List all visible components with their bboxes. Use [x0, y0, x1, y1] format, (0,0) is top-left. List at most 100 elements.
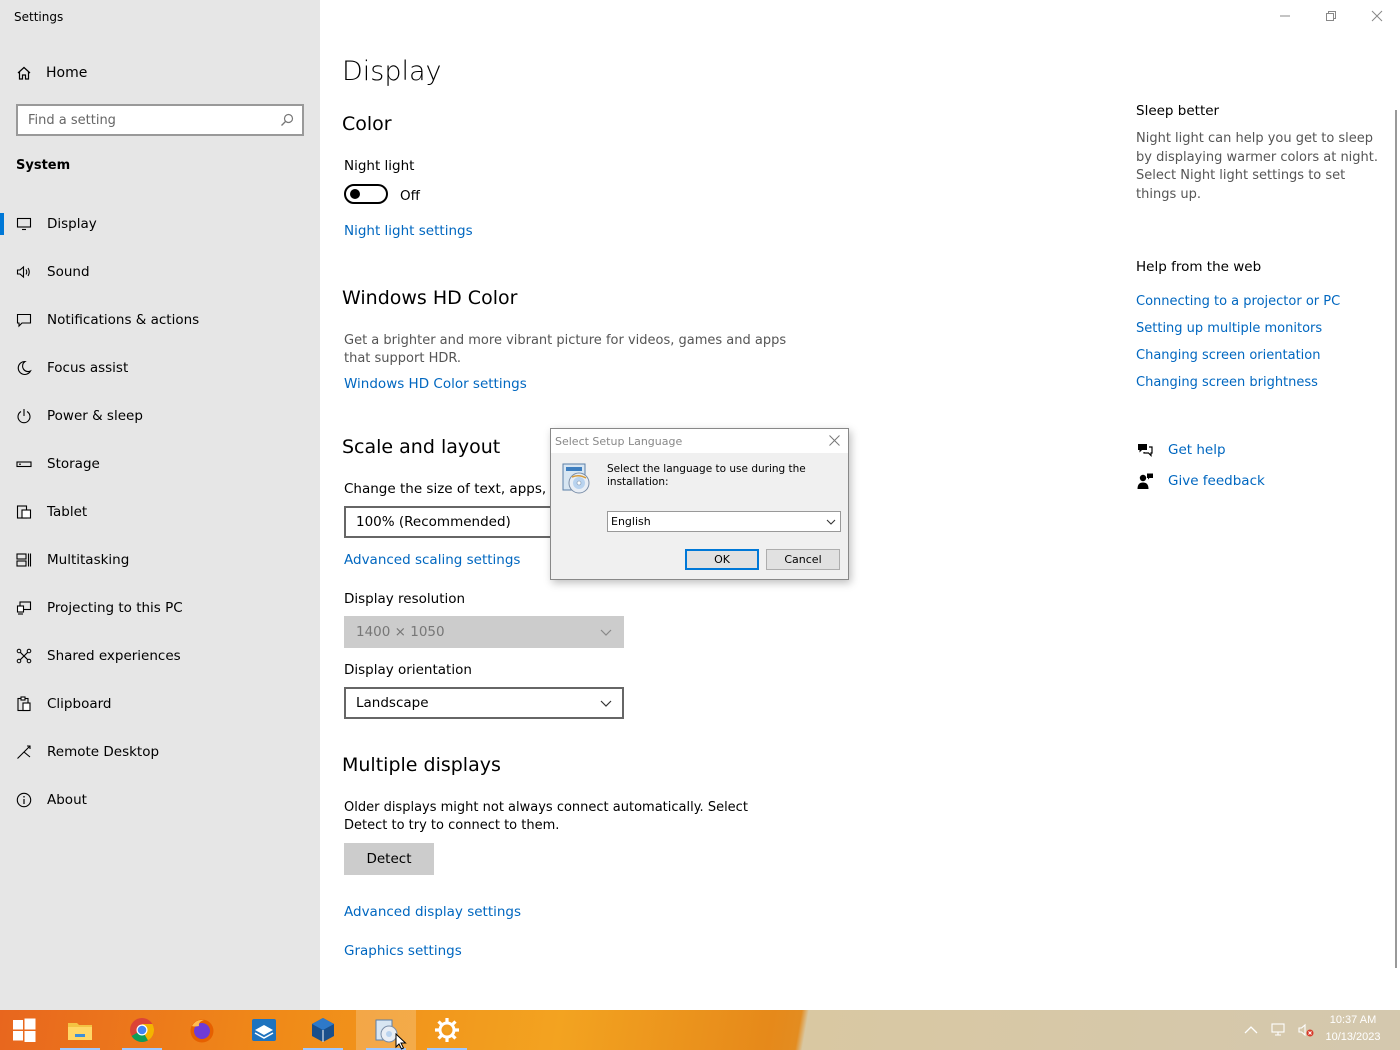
close-icon[interactable] — [829, 435, 840, 446]
sidebar-item-remote-desktop[interactable]: Remote Desktop — [0, 728, 320, 776]
search-box[interactable] — [16, 104, 304, 136]
language-dropdown[interactable]: English — [607, 511, 841, 532]
sidebar-item-label: Shared experiences — [47, 648, 181, 664]
speaker-icon — [16, 265, 30, 279]
sandbox-icon — [252, 1019, 276, 1041]
taskbar-firefox[interactable] — [172, 1010, 232, 1050]
restore-button[interactable] — [1308, 0, 1354, 32]
dialog-titlebar[interactable]: Select Setup Language — [551, 429, 848, 453]
tray-volume[interactable] — [1298, 1010, 1314, 1050]
sidebar-item-notifications[interactable]: Notifications & actions — [0, 296, 320, 344]
close-icon — [1371, 10, 1383, 22]
sidebar-item-sound[interactable]: Sound — [0, 248, 320, 296]
taskbar-setup[interactable] — [356, 1010, 416, 1050]
resolution-label: Display resolution — [344, 591, 466, 607]
graphics-settings-link[interactable]: Graphics settings — [344, 943, 462, 959]
hdr-heading: Windows HD Color — [342, 287, 518, 309]
sidebar-item-shared-experiences[interactable]: Shared experiences — [0, 632, 320, 680]
dialog-title: Select Setup Language — [555, 434, 683, 448]
scrollbar[interactable] — [1395, 110, 1397, 968]
taskbar-file-explorer[interactable] — [50, 1010, 110, 1050]
sidebar-item-display[interactable]: Display — [0, 200, 320, 248]
orientation-value: Landscape — [356, 695, 429, 711]
help-link-projector[interactable]: Connecting to a projector or PC — [1136, 294, 1340, 309]
sidebar-item-label: Clipboard — [47, 696, 112, 712]
projector-icon — [16, 601, 32, 615]
notification-icon — [16, 313, 32, 328]
sleep-better-heading: Sleep better — [1136, 103, 1220, 119]
help-link-multiple-monitors[interactable]: Setting up multiple monitors — [1136, 321, 1322, 336]
advanced-display-link[interactable]: Advanced display settings — [344, 904, 521, 920]
orientation-dropdown[interactable]: Landscape — [344, 687, 624, 719]
minimize-button[interactable] — [1262, 0, 1308, 32]
help-link-orientation[interactable]: Changing screen orientation — [1136, 348, 1320, 363]
sidebar-item-storage[interactable]: Storage — [0, 440, 320, 488]
sidebar-item-label: Tablet — [47, 504, 88, 520]
help-chat-icon — [1138, 444, 1153, 457]
taskbar-sandbox[interactable] — [234, 1010, 294, 1050]
detect-button[interactable]: Detect — [344, 843, 434, 875]
ok-button[interactable]: OK — [685, 549, 759, 570]
tray-show-hidden[interactable] — [1243, 1010, 1259, 1050]
resolution-value: 1400 × 1050 — [356, 624, 445, 640]
chrome-icon — [130, 1018, 155, 1043]
start-button[interactable] — [0, 1010, 48, 1050]
night-light-settings-link[interactable]: Night light settings — [344, 223, 473, 239]
sidebar-item-label: Sound — [47, 264, 90, 280]
sidebar-item-label: About — [47, 792, 87, 808]
resolution-dropdown[interactable]: 1400 × 1050 — [344, 616, 624, 648]
sidebar: Settings Home System Display Sound Notif… — [0, 0, 320, 1010]
multitasking-icon — [16, 553, 32, 567]
info-icon — [16, 792, 32, 808]
clock-time: 10:37 AM — [1329, 1014, 1377, 1026]
advanced-scaling-link[interactable]: Advanced scaling settings — [344, 552, 520, 568]
section-system-label: System — [16, 158, 71, 173]
search-icon[interactable] — [280, 113, 294, 127]
sidebar-item-clipboard[interactable]: Clipboard — [0, 680, 320, 728]
shared-icon — [16, 648, 32, 664]
give-feedback-link[interactable]: Give feedback — [1136, 472, 1265, 490]
sidebar-item-tablet[interactable]: Tablet — [0, 488, 320, 536]
app-title: Settings — [14, 10, 64, 24]
sidebar-item-about[interactable]: About — [0, 776, 320, 824]
night-light-state: Off — [400, 188, 420, 204]
night-light-toggle[interactable] — [344, 184, 388, 204]
sidebar-item-multitasking[interactable]: Multitasking — [0, 536, 320, 584]
taskbar-clock[interactable]: 10:37 AM 10/13/2023 — [1320, 1012, 1386, 1046]
multiple-displays-heading: Multiple displays — [342, 754, 501, 776]
minimize-icon — [1280, 15, 1290, 17]
volume-muted-icon — [1298, 1023, 1314, 1037]
sidebar-item-power-sleep[interactable]: Power & sleep — [0, 392, 320, 440]
tablet-icon — [16, 505, 32, 519]
get-help-link[interactable]: Get help — [1136, 441, 1226, 459]
taskbar-virtualbox[interactable] — [293, 1010, 353, 1050]
orientation-label: Display orientation — [344, 662, 472, 678]
virtualbox-icon — [312, 1018, 334, 1042]
help-link-brightness[interactable]: Changing screen brightness — [1136, 375, 1318, 390]
tray-network[interactable] — [1271, 1010, 1287, 1050]
hdr-settings-link[interactable]: Windows HD Color settings — [344, 376, 527, 392]
storage-icon — [16, 461, 32, 468]
sidebar-item-projecting[interactable]: Projecting to this PC — [0, 584, 320, 632]
scale-heading: Scale and layout — [342, 436, 501, 458]
chevron-down-icon — [600, 629, 612, 636]
settings-gear-icon — [435, 1018, 459, 1042]
taskbar-settings[interactable] — [417, 1010, 477, 1050]
search-input[interactable] — [18, 106, 302, 134]
sidebar-item-label: Notifications & actions — [47, 312, 200, 328]
remote-icon — [17, 745, 31, 759]
restore-icon — [1326, 11, 1336, 21]
multiple-displays-description: Older displays might not always connect … — [344, 800, 748, 833]
firefox-icon — [190, 1019, 214, 1043]
taskbar-chrome[interactable] — [112, 1010, 172, 1050]
sidebar-nav: Display Sound Notifications & actions Fo… — [0, 200, 320, 824]
cancel-button[interactable]: Cancel — [766, 549, 840, 570]
home-nav-item[interactable]: Home — [16, 62, 87, 84]
file-explorer-icon — [68, 1023, 92, 1040]
sidebar-item-label: Display — [47, 216, 97, 232]
get-help-label: Get help — [1168, 442, 1226, 458]
close-window-button[interactable] — [1354, 0, 1400, 32]
monitor-icon — [16, 217, 32, 231]
sidebar-item-label: Focus assist — [47, 360, 129, 376]
sidebar-item-focus-assist[interactable]: Focus assist — [0, 344, 320, 392]
